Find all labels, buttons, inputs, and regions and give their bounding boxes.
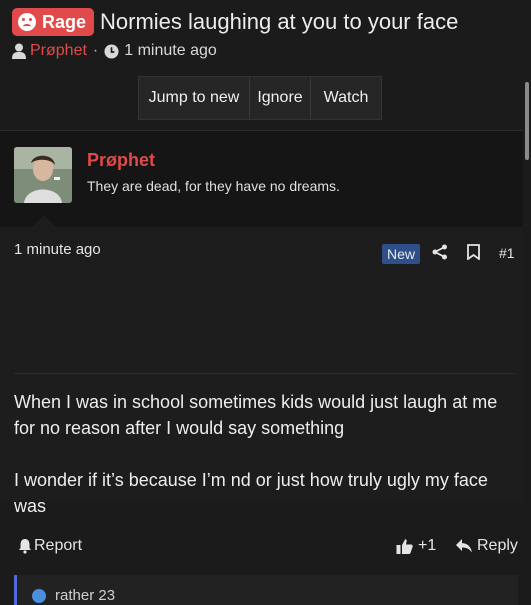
- thread-title: Normies laughing at you to your face: [100, 9, 459, 34]
- thread-header: Rage Normies laughing at you to your fac…: [0, 0, 531, 130]
- thumbs-up-icon: [396, 539, 413, 554]
- reply-button[interactable]: Reply: [456, 537, 518, 555]
- prefix-label: Rage: [42, 11, 87, 32]
- like-button[interactable]: +1: [396, 537, 436, 555]
- reply-preview-author: rather 23: [55, 587, 116, 604]
- new-badge: New: [382, 244, 421, 264]
- user-icon: [12, 43, 26, 59]
- title-row: Rage Normies laughing at you to your fac…: [12, 8, 458, 36]
- reply-icon: [456, 539, 472, 553]
- reply-label: Reply: [477, 537, 518, 554]
- post: Prøphet They are dead, for they have no …: [0, 130, 523, 605]
- info-icon: [32, 589, 46, 603]
- bell-icon: [19, 539, 31, 554]
- thread-button-group: Jump to new Ignore Watch: [138, 76, 382, 120]
- scrollbar[interactable]: [525, 82, 529, 160]
- clock-icon: [104, 43, 119, 59]
- rage-prefix-badge[interactable]: Rage: [12, 8, 95, 36]
- jump-to-new-button[interactable]: Jump to new: [139, 77, 250, 119]
- report-label: Report: [34, 537, 83, 554]
- post-actions: Report +1 Reply: [0, 535, 523, 559]
- share-icon[interactable]: [432, 244, 448, 260]
- thread-starter-link[interactable]: Prøphet: [30, 42, 87, 60]
- like-count: +1: [418, 537, 437, 554]
- meta-separator: ·: [92, 42, 99, 59]
- post-paragraph: When I was in school sometimes kids woul…: [14, 392, 498, 438]
- avatar[interactable]: [14, 147, 72, 203]
- post-author-name[interactable]: Prøphet: [87, 150, 155, 171]
- rage-icon: [18, 13, 36, 31]
- divider: [14, 373, 515, 374]
- thread-meta: Prøphet · 1 minute ago: [12, 42, 217, 60]
- ignore-button[interactable]: Ignore: [250, 77, 311, 119]
- message-body: 1 minute ago When I was in school someti…: [0, 227, 523, 605]
- user-title: They are dead, for they have no dreams.: [87, 178, 340, 194]
- report-button[interactable]: Report: [18, 537, 82, 555]
- avatar-image: [14, 147, 72, 203]
- watch-button[interactable]: Watch: [311, 77, 381, 119]
- post-paragraph: I wonder if it’s because I’m nd or just …: [14, 470, 488, 516]
- post-number[interactable]: #1: [499, 245, 515, 261]
- reply-preview[interactable]: rather 23: [14, 575, 518, 605]
- message-pointer: [32, 215, 56, 227]
- thread-start-time[interactable]: 1 minute ago: [124, 42, 217, 60]
- bookmark-icon[interactable]: [467, 244, 480, 260]
- post-time[interactable]: 1 minute ago: [14, 241, 101, 258]
